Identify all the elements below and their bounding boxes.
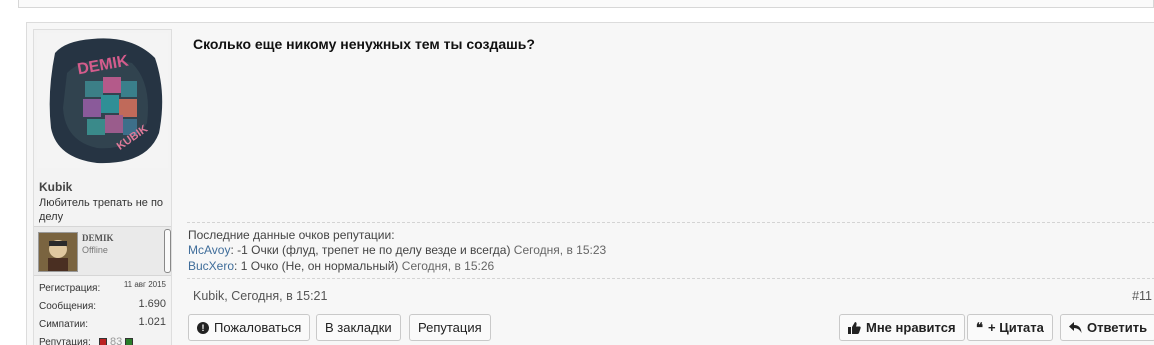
stat-registration: Регистрация: 11 авг 2015: [39, 280, 166, 298]
report-icon: !: [197, 321, 209, 334]
rep-entry-time: Сегодня, в 15:23: [513, 243, 607, 257]
report-button[interactable]: ! Пожаловаться: [188, 314, 311, 341]
reputation-entry: BucXero: 1 Очко (Не, он нормальный) Сего…: [188, 259, 494, 273]
stat-label: Симпатии:: [39, 319, 88, 330]
quote-button[interactable]: ❝ + Цитата: [967, 314, 1053, 341]
reply-button[interactable]: Ответить: [1060, 314, 1154, 341]
reputation-label: Репутация: [418, 320, 482, 335]
bookmark-label: В закладки: [325, 320, 392, 335]
reply-label: Ответить: [1087, 320, 1148, 335]
rep-entry-time: Сегодня, в 15:26: [401, 259, 495, 273]
post-number[interactable]: #11: [1132, 289, 1152, 303]
like-label: Мне нравится: [866, 320, 956, 335]
rep-user-link[interactable]: McAvoy: [188, 243, 230, 257]
reputation-value: 83: [110, 336, 123, 345]
stat-label: Сообщения:: [39, 301, 97, 312]
stat-value: 1.021: [138, 316, 166, 328]
mini-profile-scrollbar[interactable]: [164, 229, 171, 273]
reply-icon: [1069, 322, 1082, 333]
user-stats: Регистрация: 11 авг 2015 Сообщения: 1.69…: [39, 280, 166, 345]
user-title: Любитель трепать не по делу: [39, 197, 164, 223]
username[interactable]: Kubik: [39, 180, 72, 194]
reputation-button[interactable]: Репутация: [409, 314, 491, 341]
rep-entry-text: : -1 Очки (флуд, трепет не по делу везде…: [230, 243, 511, 257]
rep-entry-text: : 1 Очко (Не, он нормальный): [234, 259, 399, 273]
online-status: Offline: [82, 245, 108, 255]
reputation-controls: 83: [99, 336, 134, 345]
stat-value: 11 авг 2015: [123, 280, 166, 289]
bookmark-button[interactable]: В закладки: [316, 314, 401, 341]
rep-minus-icon[interactable]: [99, 338, 107, 345]
user-info-panel: DEMIK KUBIK Kubik Любитель трепать не по…: [33, 29, 172, 345]
like-button[interactable]: Мне нравится: [839, 314, 965, 341]
mini-profile-name[interactable]: DEMIK: [82, 233, 114, 243]
report-label: Пожаловаться: [214, 320, 302, 335]
post-meta[interactable]: Kubik, Сегодня, в 15:21: [193, 289, 327, 303]
quote-icon: ❝: [976, 319, 983, 335]
divider: [187, 278, 1154, 279]
reputation-entry: McAvoy: -1 Очки (флуд, трепет не по делу…: [188, 243, 606, 257]
rep-user-link[interactable]: BucXero: [188, 259, 234, 273]
post-message: Сколько еще никому ненужных тем ты созда…: [193, 36, 535, 52]
stat-label: Регистрация:: [39, 283, 101, 294]
quote-label: + Цитата: [988, 320, 1044, 335]
stat-label: Репутация:: [39, 337, 91, 345]
mini-avatar[interactable]: [38, 232, 78, 272]
mini-profile: DEMIK Offline: [34, 226, 171, 276]
user-avatar[interactable]: DEMIK KUBIK: [37, 33, 168, 168]
divider: [187, 222, 1154, 223]
stat-reputation: Репутация: 83: [39, 334, 166, 345]
stat-messages: Сообщения: 1.690: [39, 298, 166, 316]
forum-post: DEMIK KUBIK Kubik Любитель трепать не по…: [26, 22, 1154, 345]
rep-plus-icon[interactable]: [125, 338, 134, 345]
reputation-history-title: Последние данные очков репутации:: [188, 228, 395, 242]
stat-likes: Симпатии: 1.021: [39, 316, 166, 334]
thumbs-up-icon: [848, 321, 861, 334]
stat-value: 1.690: [138, 298, 166, 310]
previous-post-frame: [18, 0, 1154, 8]
